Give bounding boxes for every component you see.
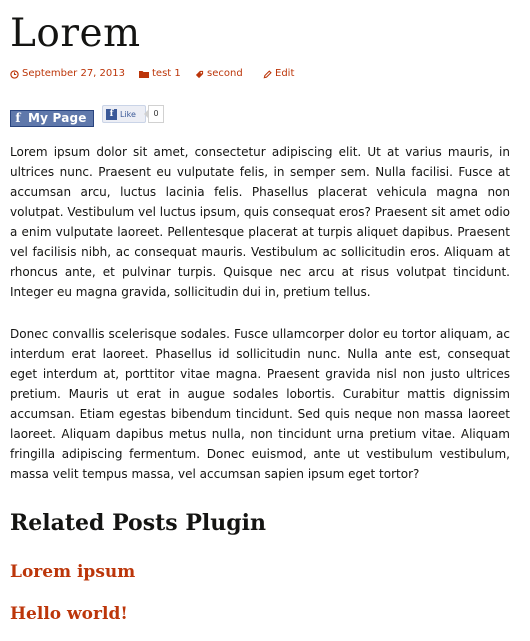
edit-link[interactable]: Edit xyxy=(263,66,294,82)
like-count: 0 xyxy=(144,105,164,123)
facebook-icon: f xyxy=(15,111,21,125)
clock-icon xyxy=(10,69,19,79)
folder-icon xyxy=(139,70,149,78)
my-page-label: My Page xyxy=(28,111,87,125)
post-date: September 27, 2013 xyxy=(22,68,125,79)
pencil-icon xyxy=(263,69,272,79)
post-title: Lorem xyxy=(10,11,141,56)
edit-label: Edit xyxy=(275,68,295,79)
tag-icon xyxy=(195,70,204,79)
category-label: test 1 xyxy=(152,68,181,79)
my-page-button[interactable]: f My Page xyxy=(10,110,94,127)
like-label: Like xyxy=(120,109,136,119)
tag-link[interactable]: second xyxy=(195,66,243,82)
related-post-link[interactable]: Hello world! xyxy=(10,601,128,627)
like-button[interactable]: f Like xyxy=(102,105,146,123)
post-date-link[interactable]: September 27, 2013 xyxy=(10,66,125,82)
category-link[interactable]: test 1 xyxy=(139,66,181,82)
post-paragraph-2: Donec convallis scelerisque sodales. Fus… xyxy=(10,327,510,481)
related-posts-heading: Related Posts Plugin xyxy=(10,510,266,536)
related-post-link[interactable]: Lorem ipsum xyxy=(10,559,135,585)
facebook-logo-icon: f xyxy=(106,108,117,120)
post-paragraph-1: Lorem ipsum dolor sit amet, consectetur … xyxy=(10,145,510,299)
tag-label: second xyxy=(207,68,243,79)
